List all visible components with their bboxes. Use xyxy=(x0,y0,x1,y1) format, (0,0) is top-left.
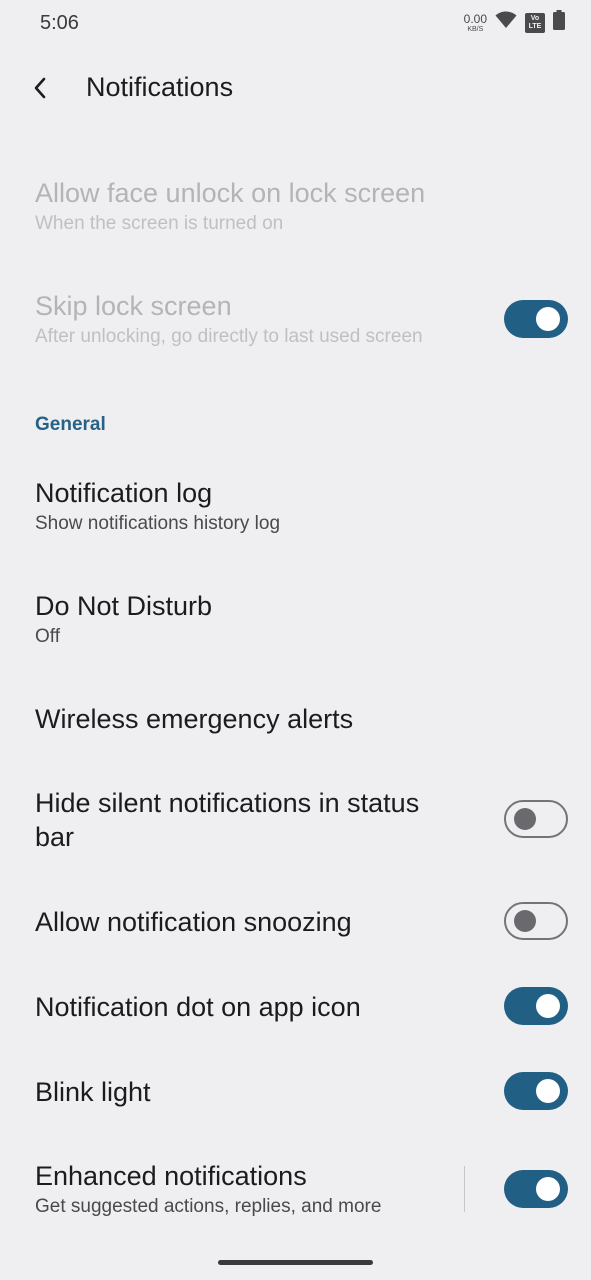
enhanced-notifications-setting[interactable]: Enhanced notifications Get suggested act… xyxy=(0,1159,591,1219)
volte-top-label: Vo xyxy=(530,14,540,22)
status-icons: 0.00 KB/S Vo LTE xyxy=(464,10,565,35)
network-speed-value: 0.00 xyxy=(463,11,487,26)
blink-light-toggle[interactable] xyxy=(504,1072,568,1110)
app-bar: Notifications xyxy=(0,58,591,122)
status-bar: 5:06 0.00 KB/S Vo LTE xyxy=(0,0,591,46)
toggle-knob xyxy=(514,910,536,932)
back-button[interactable] xyxy=(20,70,60,110)
hide-silent-notifications-toggle[interactable] xyxy=(504,800,568,838)
chevron-left-icon xyxy=(32,76,48,105)
face-unlock-setting[interactable]: Allow face unlock on lock screen When th… xyxy=(0,176,591,236)
enhanced-notifications-toggle[interactable] xyxy=(504,1170,568,1208)
notification-snoozing-toggle[interactable] xyxy=(504,902,568,940)
battery-icon xyxy=(553,10,565,35)
vertical-divider xyxy=(464,1166,465,1212)
toggle-knob xyxy=(536,994,560,1018)
page-title: Notifications xyxy=(86,72,234,102)
notification-snoozing-setting[interactable]: Allow notification snoozing xyxy=(0,905,591,939)
emergency-alerts-title: Wireless emergency alerts xyxy=(35,704,354,734)
enhanced-notifications-title: Enhanced notifications xyxy=(35,1161,307,1191)
notification-dot-setting[interactable]: Notification dot on app icon xyxy=(0,990,591,1024)
skip-lock-screen-toggle[interactable] xyxy=(504,300,568,338)
do-not-disturb-title: Do Not Disturb xyxy=(35,591,213,621)
volte-icon: Vo LTE xyxy=(525,12,545,33)
face-unlock-subtitle: When the screen is turned on xyxy=(35,213,284,234)
toggle-knob xyxy=(536,1079,560,1103)
skip-lock-screen-setting[interactable]: Skip lock screen After unlocking, go dir… xyxy=(0,289,591,349)
blink-light-setting[interactable]: Blink light xyxy=(0,1075,591,1109)
notification-log-setting[interactable]: Notification log Show notifications hist… xyxy=(0,476,591,536)
status-time: 5:06 xyxy=(40,12,79,34)
toggle-knob xyxy=(536,1177,560,1201)
network-speed-unit: KB/S xyxy=(467,25,484,33)
enhanced-notifications-subtitle: Get suggested actions, replies, and more xyxy=(35,1196,382,1217)
network-speed-indicator: 0.00 KB/S xyxy=(464,13,487,33)
toggle-knob xyxy=(514,808,536,830)
notification-log-subtitle: Show notifications history log xyxy=(35,513,281,534)
notification-dot-toggle[interactable] xyxy=(504,987,568,1025)
volte-bottom-label: LTE xyxy=(528,22,542,30)
emergency-alerts-setting[interactable]: Wireless emergency alerts xyxy=(0,702,591,736)
do-not-disturb-status: Off xyxy=(35,626,60,647)
hide-silent-notifications-setting[interactable]: Hide silent notifications in status bar xyxy=(0,786,591,854)
toggle-knob xyxy=(536,307,560,331)
do-not-disturb-setting[interactable]: Do Not Disturb Off xyxy=(0,589,591,649)
section-header-general: General xyxy=(35,414,106,435)
notifications-settings-screen: 5:06 0.00 KB/S Vo LTE Notifications Allo… xyxy=(0,0,591,1280)
face-unlock-title: Allow face unlock on lock screen xyxy=(35,178,426,208)
wifi-icon xyxy=(495,11,517,34)
notification-log-title: Notification log xyxy=(35,478,213,508)
gesture-navigation-bar[interactable] xyxy=(218,1260,373,1265)
